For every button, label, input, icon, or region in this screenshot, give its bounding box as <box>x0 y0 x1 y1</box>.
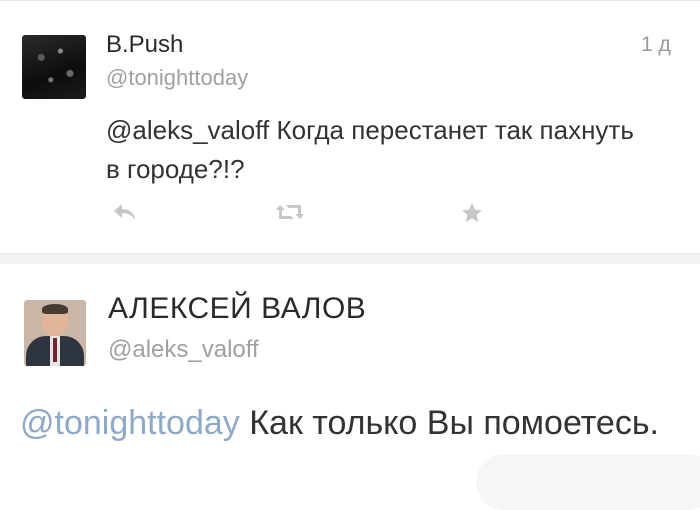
reply-input-area[interactable] <box>476 454 700 510</box>
tweet-body: Как только Вы помоетесь. <box>239 404 659 442</box>
tweet-card-valov[interactable]: АЛЕКСЕЙ ВАЛОВ @aleks_valoff @tonighttoda… <box>0 254 700 510</box>
author-handle[interactable]: @tonighttoday <box>106 65 248 91</box>
retweet-icon[interactable] <box>275 201 305 229</box>
mention-link[interactable]: @aleks_valoff <box>106 115 269 145</box>
author-name[interactable]: АЛЕКСЕЙ ВАЛОВ <box>108 292 366 326</box>
tweet-actions <box>0 201 700 235</box>
tweet-text: @aleks_valoff Когда перестанет так пахну… <box>106 111 646 189</box>
mention-link[interactable]: @tonighttoday <box>20 404 240 442</box>
avatar[interactable] <box>22 35 86 99</box>
tweet-timestamp: 1 д <box>641 33 671 56</box>
tweet-text: @tonighttoday Как только Вы помоетесь. <box>20 398 680 448</box>
tweet-card-bpush[interactable]: B.Push @tonighttoday 1 д @aleks_valoff К… <box>0 0 700 254</box>
avatar[interactable] <box>24 300 86 366</box>
star-icon[interactable] <box>460 201 484 232</box>
author-name[interactable]: B.Push <box>106 31 183 59</box>
reply-icon[interactable] <box>112 201 138 229</box>
author-handle[interactable]: @aleks_valoff <box>108 336 259 364</box>
